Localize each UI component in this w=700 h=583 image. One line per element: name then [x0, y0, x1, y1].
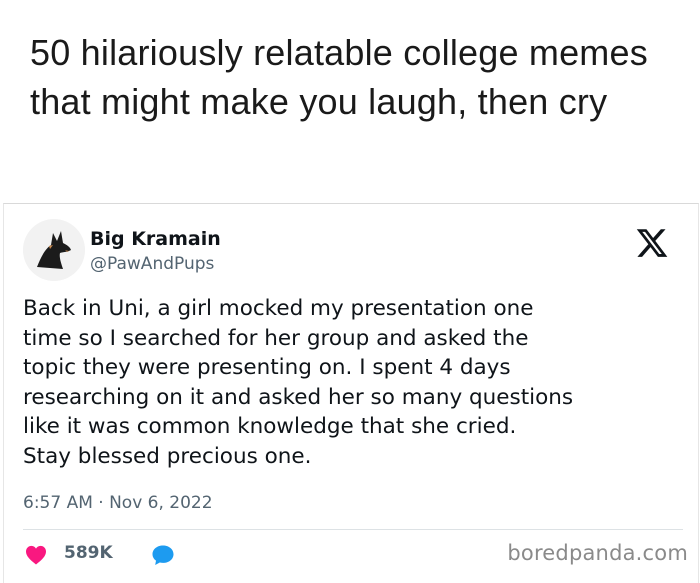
x-logo-icon[interactable]	[635, 226, 669, 260]
heart-icon[interactable]	[25, 545, 47, 565]
divider	[23, 529, 683, 530]
avatar[interactable]	[23, 219, 85, 281]
like-count[interactable]: 589K	[64, 543, 113, 563]
article-headline: 50 hilariously relatable college memes t…	[30, 32, 648, 122]
tweet-card[interactable]: Big Kramain @PawAndPups Back in Uni, a g…	[3, 203, 699, 583]
author-name[interactable]: Big Kramain	[90, 228, 221, 250]
tweet-stats: 589K	[23, 541, 323, 571]
speech-bubble-icon[interactable]	[151, 544, 175, 566]
tweet-timestamp[interactable]: 6:57 AM · Nov 6, 2022	[23, 493, 213, 513]
tweet-text: Back in Uni, a girl mocked my presentati…	[23, 296, 574, 469]
author-handle[interactable]: @PawAndPups	[90, 254, 214, 274]
dog-avatar-icon	[23, 219, 85, 281]
watermark: boredpanda.com	[507, 541, 688, 565]
